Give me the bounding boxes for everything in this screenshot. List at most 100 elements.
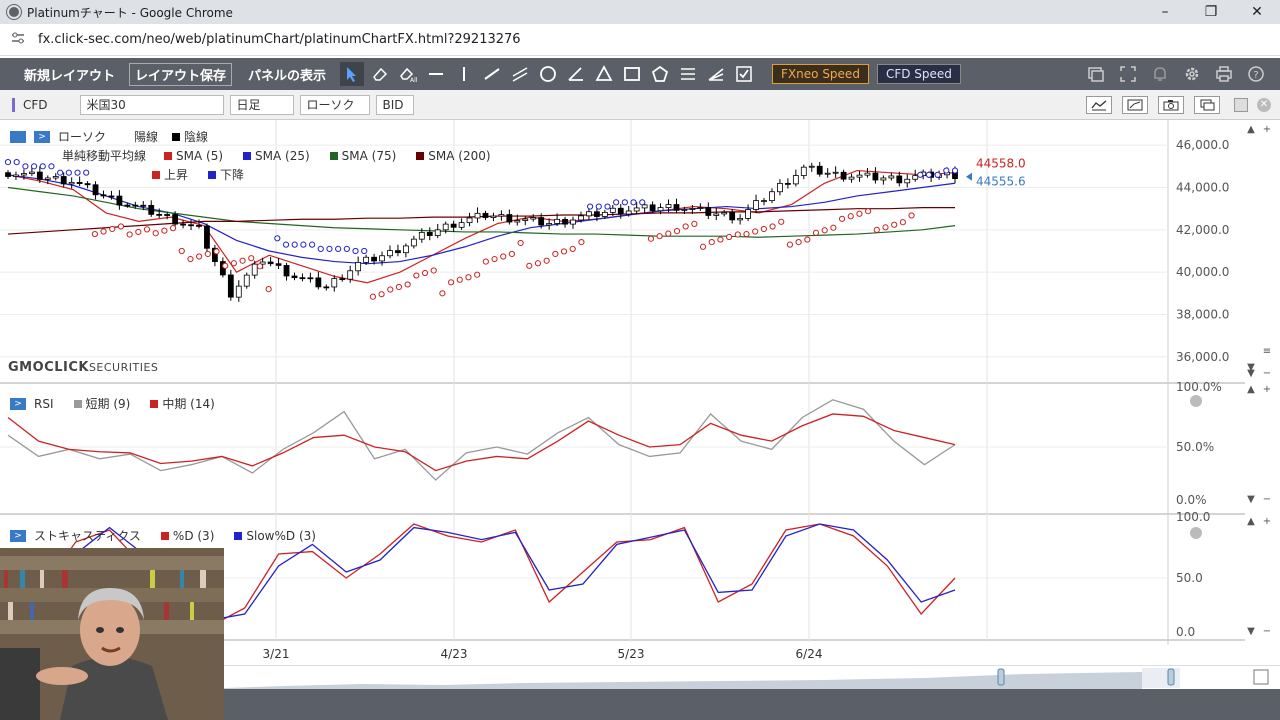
candle-body (609, 207, 616, 213)
new-layout-button[interactable]: 新規レイアウト (24, 65, 115, 84)
panel-control-icon[interactable]: + (1263, 384, 1271, 395)
trend-line-tool-icon[interactable] (480, 62, 504, 86)
psar-dot (743, 230, 750, 238)
psar-dot (387, 286, 394, 293)
gear-icon[interactable] (1180, 62, 1204, 86)
expand-icon[interactable]: > (34, 130, 50, 143)
market-label: CFD (23, 97, 48, 112)
panel-minimize-icon[interactable] (1234, 98, 1248, 112)
angle-tool-icon[interactable] (564, 62, 588, 86)
candle-body (68, 182, 75, 185)
vertical-line-tool-icon[interactable] (452, 62, 476, 86)
candle-body (275, 263, 282, 266)
site-info-icon[interactable] (10, 31, 32, 48)
psar-dot (169, 225, 177, 232)
psar-dot (526, 262, 533, 269)
navigator-expand-icon[interactable] (1253, 669, 1269, 685)
panel-control-icon[interactable]: + (1263, 124, 1271, 135)
print-icon[interactable] (1212, 62, 1236, 86)
fullscreen-icon[interactable] (1116, 62, 1140, 86)
stoch-legend: > ストキャスティクス %D (3) Slow%D (3) (10, 527, 316, 544)
cursor-tool-icon[interactable] (340, 62, 365, 86)
help-icon[interactable]: ? (1244, 62, 1268, 86)
chart-navigator[interactable] (224, 665, 1280, 690)
panel-control-icon[interactable]: ▲ (1247, 124, 1255, 135)
candle-body (474, 212, 481, 219)
save-layout-button[interactable]: レイアウト保存 (129, 62, 233, 86)
pentagon-tool-icon[interactable] (648, 62, 672, 86)
circle-tool-icon[interactable] (536, 62, 560, 86)
panel-control-icon[interactable]: + (1263, 516, 1271, 527)
minimize-button[interactable]: – (1142, 0, 1188, 24)
chart-type-select[interactable]: ローソク (299, 94, 370, 115)
parallel-line-tool-icon[interactable] (508, 62, 532, 86)
fxneo-speed-button[interactable]: FXneo Speed (772, 64, 869, 84)
fan-tool-icon[interactable] (704, 62, 728, 86)
camera-icon[interactable] (1158, 96, 1184, 114)
panel-control-icon[interactable]: ≡ (1263, 346, 1271, 357)
eraser-tool-icon[interactable] (368, 62, 392, 86)
sma5-label: SMA (5) (176, 148, 224, 163)
fibonacci-tool-icon[interactable] (676, 62, 700, 86)
period-select[interactable]: 日足 (229, 94, 294, 115)
candle-body (227, 274, 234, 298)
indicator-icon[interactable] (1086, 96, 1112, 114)
main-legend-row1: > ローソク 陽線 陰線 (10, 128, 208, 145)
triangle-tool-icon[interactable] (592, 62, 616, 86)
date-tick-label: 6/24 (796, 647, 823, 661)
layout-icon[interactable] (1084, 62, 1108, 86)
panel-control-icon[interactable]: ▲ (1247, 384, 1255, 395)
rsi-expand-icon[interactable]: > (10, 397, 26, 410)
candle-body (283, 264, 290, 277)
candle-body (904, 178, 911, 184)
rectangle-tool-icon[interactable] (620, 62, 644, 86)
horizontal-line-tool-icon[interactable] (424, 62, 448, 86)
close-window-button[interactable]: ✕ (1234, 0, 1280, 24)
price-type-select[interactable]: BID (375, 94, 414, 115)
drawing-list-icon[interactable] (1122, 96, 1148, 114)
sma75-swatch (329, 151, 338, 160)
psar-dot (282, 241, 290, 248)
main-legend-row2: 単純移動平均線 SMA (5) SMA (25) SMA (75) SMA (2… (62, 147, 491, 164)
panel-control-icon[interactable]: ▲ (1247, 516, 1255, 527)
cfd-speed-button[interactable]: CFD Speed (876, 64, 961, 84)
psar-dot (691, 220, 698, 228)
checkbox-tool-icon[interactable] (732, 62, 756, 86)
navigator-area[interactable] (224, 666, 1280, 690)
indicator-close-icon[interactable] (1190, 395, 1202, 407)
panel-control-icon[interactable]: ▼ (1247, 368, 1255, 379)
gmo-logo: GMOCLICK SECURITIES (8, 360, 158, 375)
restore-button[interactable]: ❐ (1188, 0, 1234, 24)
panel-control-icon[interactable]: ▼ (1247, 626, 1255, 637)
candle-body (784, 182, 791, 185)
panel-control-icon[interactable]: ▼ (1247, 494, 1255, 505)
psar-dot (326, 245, 333, 252)
psar-dot (812, 229, 820, 236)
psar-dot (717, 236, 724, 243)
panel-control-icon[interactable]: − (1263, 494, 1271, 505)
psar-dot (899, 219, 906, 226)
navigator-right-handle[interactable] (1167, 668, 1175, 686)
candle-body (665, 204, 672, 209)
url-text[interactable]: fx.click-sec.com/neo/web/platinumChart/p… (38, 32, 521, 47)
candle-body (872, 172, 879, 181)
panel-control-icon[interactable]: − (1263, 368, 1271, 379)
window-copy-icon[interactable] (1194, 96, 1220, 114)
eraser-all-tool-icon[interactable]: All (396, 62, 420, 86)
panel-control-icon[interactable]: − (1263, 626, 1271, 637)
list-icon[interactable] (10, 130, 26, 143)
psar-dot (482, 258, 489, 265)
panel-close-icon[interactable]: ✕ (1257, 98, 1271, 112)
panel-display-button[interactable]: パネルの表示 (248, 65, 326, 84)
candle-body (761, 200, 767, 203)
symbol-select[interactable]: 米国30 (79, 94, 224, 115)
candle-body (816, 165, 823, 175)
stoch-expand-icon[interactable]: > (10, 529, 26, 542)
sma200-swatch (416, 151, 425, 160)
address-bar[interactable]: fx.click-sec.com/neo/web/platinumChart/p… (0, 24, 1280, 56)
navigator-left-handle[interactable] (997, 668, 1005, 686)
bell-icon[interactable] (1148, 62, 1172, 86)
psar-dot (908, 212, 915, 219)
psar-dot (100, 228, 107, 235)
indicator-close-icon[interactable] (1190, 527, 1202, 539)
